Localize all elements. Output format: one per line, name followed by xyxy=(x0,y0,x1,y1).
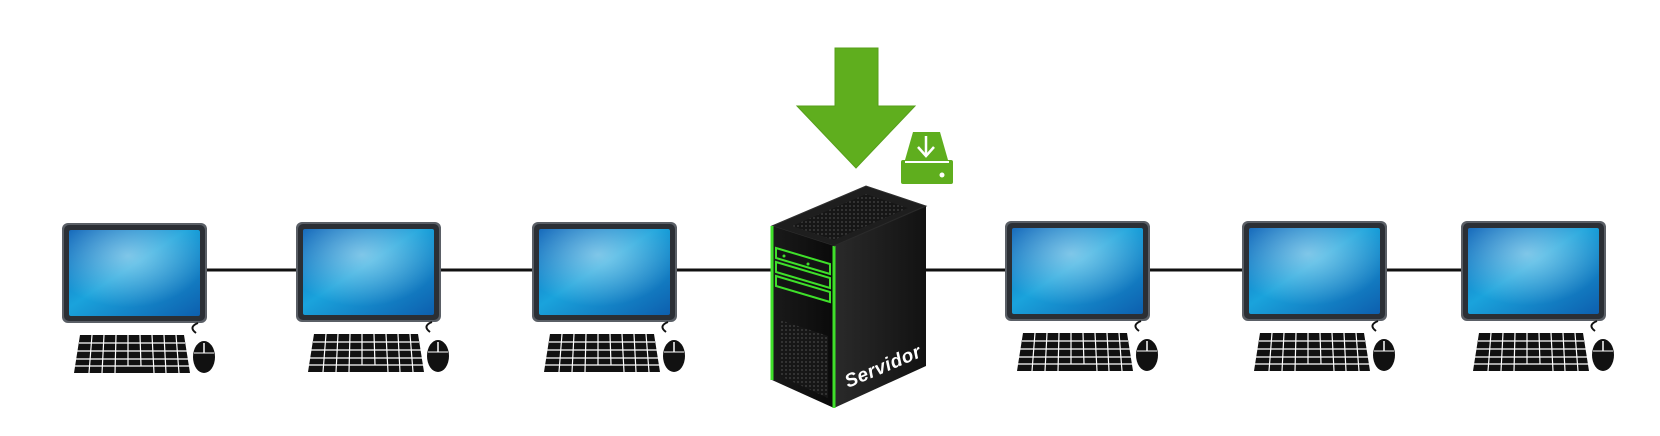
network-diagram: Servidor xyxy=(0,0,1660,436)
network-diagram-canvas: Servidor xyxy=(62,47,1614,408)
computer-1 xyxy=(62,223,215,374)
mouse-icon xyxy=(661,321,685,372)
mouse-icon xyxy=(1590,320,1614,371)
keyboard-icon xyxy=(1254,332,1370,372)
monitor xyxy=(532,222,677,322)
mouse-icon xyxy=(191,322,215,373)
mouse-icon xyxy=(425,321,449,372)
drive-download-icon xyxy=(901,132,953,184)
computer-3 xyxy=(532,222,685,373)
keyboard-icon xyxy=(74,334,190,374)
keyboard-icon xyxy=(1017,332,1133,372)
computer-4 xyxy=(1005,221,1158,372)
monitor xyxy=(1005,221,1150,321)
keyboard-icon xyxy=(1473,332,1589,372)
monitor xyxy=(1461,221,1606,321)
monitor xyxy=(62,223,207,323)
mouse-icon xyxy=(1134,320,1158,371)
monitor xyxy=(1242,221,1387,321)
keyboard-icon xyxy=(544,333,660,373)
mouse-icon xyxy=(1371,320,1395,371)
keyboard-icon xyxy=(308,333,424,373)
server-tower-icon: Servidor xyxy=(770,185,928,408)
computer-5 xyxy=(1242,221,1395,372)
computer-2 xyxy=(296,222,449,373)
monitor xyxy=(296,222,441,322)
download-arrow-icon xyxy=(795,47,917,169)
computer-6 xyxy=(1461,221,1614,372)
